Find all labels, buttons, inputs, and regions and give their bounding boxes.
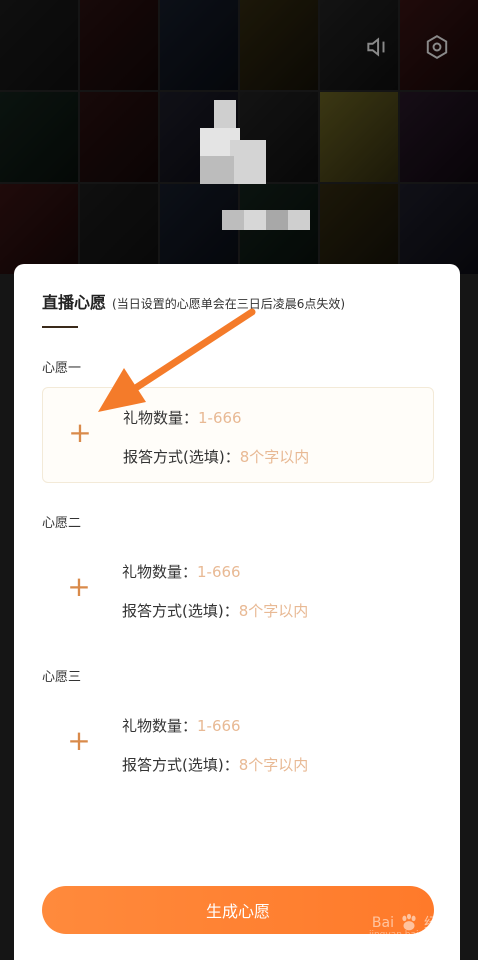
gift-count-input[interactable]: [198, 408, 349, 427]
sheet-header: 直播心愿 (当日设置的心愿单会在三日后凌晨6点失效): [42, 289, 345, 313]
avatar-blurred: [200, 100, 270, 184]
reply-method-row: 报答方式(选填)：: [123, 446, 390, 467]
gear-icon[interactable]: [424, 34, 450, 60]
sheet-title: 直播心愿: [42, 293, 107, 312]
reply-method-label: 报答方式(选填)：: [123, 448, 240, 466]
wish-card-2: + 礼物数量： 报答方式(选填)：: [42, 542, 434, 638]
gift-count-label: 礼物数量：: [122, 563, 198, 581]
baidu-jingyan-watermark: Bai 经验 jingyan.baidu.com: [369, 912, 452, 940]
username-blurred: [222, 210, 310, 230]
watermark-domain: jingyan.baidu.com: [368, 930, 452, 940]
wish-label-3: 心愿三: [42, 670, 82, 685]
reply-method-input[interactable]: [238, 755, 389, 774]
wish-card-3: + 礼物数量： 报答方式(选填)：: [42, 696, 434, 792]
gift-count-row: 礼物数量：: [123, 407, 349, 428]
page: 直播心愿 (当日设置的心愿单会在三日后凌晨6点失效) 心愿一 + 礼物数量： 报…: [0, 0, 478, 960]
wish-list-sheet: 直播心愿 (当日设置的心愿单会在三日后凌晨6点失效) 心愿一 + 礼物数量： 报…: [14, 264, 460, 960]
watermark-brand: Bai: [371, 915, 394, 931]
gift-count-row: 礼物数量：: [122, 715, 348, 736]
gift-count-input[interactable]: [197, 716, 348, 735]
wish-card-1: + 礼物数量： 报答方式(选填)：: [42, 387, 434, 483]
gift-count-label: 礼物数量：: [122, 717, 198, 735]
sheet-subtitle: (当日设置的心愿单会在三日后凌晨6点失效): [112, 297, 346, 311]
reply-method-input[interactable]: [239, 447, 390, 466]
plus-icon[interactable]: +: [64, 572, 94, 602]
plus-icon[interactable]: +: [65, 418, 95, 448]
reply-method-label: 报答方式(选填)：: [122, 756, 239, 774]
gift-count-row: 礼物数量：: [122, 561, 348, 582]
top-toolbar: [364, 34, 450, 60]
reply-method-row: 报答方式(选填)：: [122, 754, 389, 775]
title-underline: [42, 326, 78, 328]
gift-count-label: 礼物数量：: [123, 409, 199, 427]
reply-method-row: 报答方式(选填)：: [122, 600, 389, 621]
plus-icon[interactable]: +: [64, 726, 94, 756]
reply-method-label: 报答方式(选填)：: [122, 602, 239, 620]
gift-count-input[interactable]: [197, 562, 348, 581]
wish-label-1: 心愿一: [42, 361, 82, 376]
reply-method-input[interactable]: [238, 601, 389, 620]
wish-label-2: 心愿二: [42, 516, 82, 531]
speaker-icon[interactable]: [364, 34, 390, 60]
